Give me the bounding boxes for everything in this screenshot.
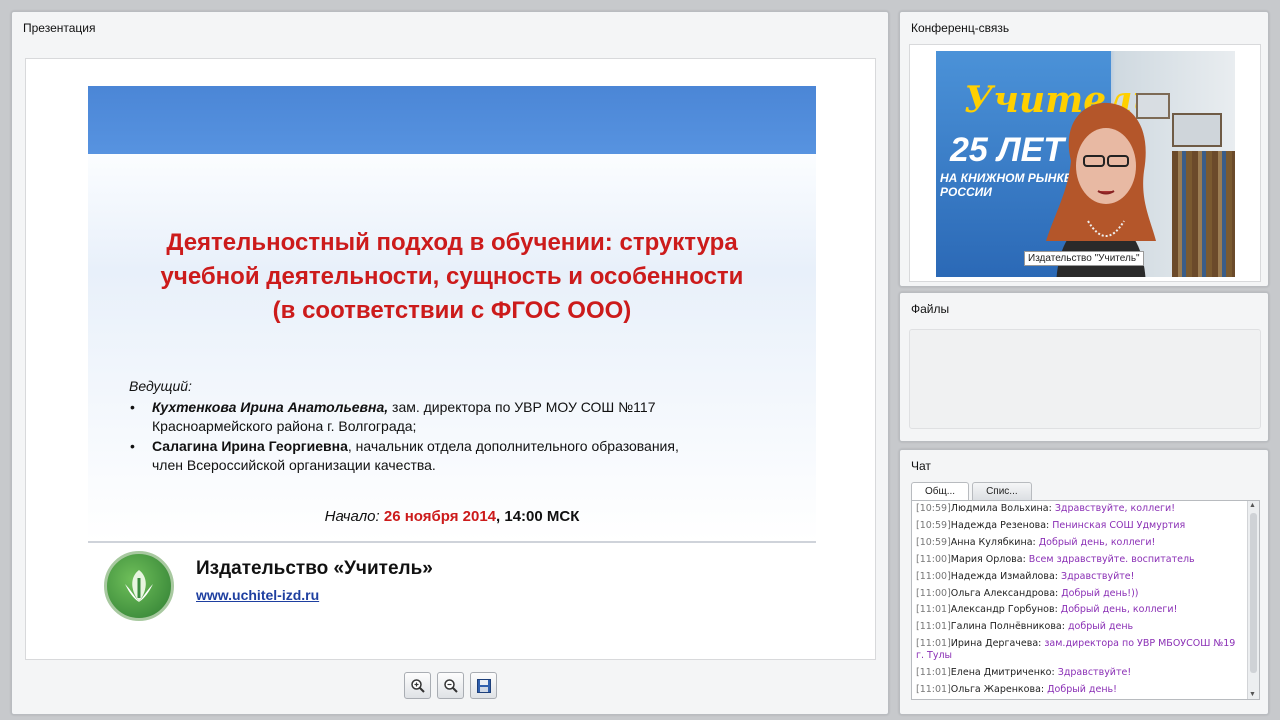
chat-message-author: Надежда Резенова: (950, 519, 1050, 531)
presenter-list: Кухтенкова Ирина Анатольевна, зам. дирек… (128, 398, 788, 476)
chat-message-time: [11:00] (916, 553, 951, 565)
chat-message: [11:01]Ирина Дергачева: зам.директора по… (916, 638, 1246, 662)
presenter-item: Кухтенкова Ирина Анатольевна, зам. дирек… (128, 398, 788, 436)
files-panel: Файлы (899, 292, 1269, 442)
chat-tabs: Общ... Спис... (911, 482, 1032, 500)
chat-message-author: Ольга Жаренкова: (950, 684, 1045, 696)
chat-message-text: Добрый день! (1044, 684, 1117, 696)
leader-label: Ведущий: (129, 378, 192, 394)
presentation-panel: Презентация Деятельностный подход в обуч… (11, 11, 889, 715)
chat-message: [11:00]Мария Орлова: Всем здравствуйте. … (916, 552, 1246, 569)
files-panel-title: Файлы (911, 302, 950, 316)
zoom-out-icon (443, 678, 458, 693)
chat-message: [10:59]Надежда Резенова: Пенинская СОШ У… (916, 518, 1246, 535)
chat-message-time: [10:59] (916, 519, 951, 531)
chat-message-text: Добрый день, коллеги! (1035, 536, 1156, 548)
chat-message-time: [11:00] (916, 587, 951, 599)
chat-message-author: Ольга Александрова: (950, 587, 1059, 599)
chat-panel-title: Чат (911, 459, 931, 473)
video-feed[interactable]: Учитель 25 ЛЕТ НА КНИЖНОМ РЫНКЕ РОССИИ И… (936, 51, 1235, 277)
chat-message-author: Мария Орлова: (950, 553, 1026, 565)
publisher-logo (104, 551, 174, 621)
chat-message: [11:01]Александр Горбунов: Добрый день, … (916, 602, 1246, 619)
chat-message: [11:01]Елена Дмитриченко: Здравствуйте! (916, 665, 1246, 682)
chat-message-author: Анна Кулябкина: (950, 536, 1036, 548)
conference-panel-title: Конференц-связь (911, 21, 1010, 35)
zoom-in-button[interactable] (404, 672, 431, 699)
chat-message-author: Ирина Дергачева: (950, 638, 1042, 650)
start-time-line: Начало: 26 ноября 2014, 14:00 МСК (324, 508, 580, 525)
presenter-figure (1046, 102, 1156, 277)
chat-message-text: Здравствуйте! (1054, 667, 1132, 679)
chat-message: [10:59]Людмила Вольхина: Здравствуйте, к… (916, 501, 1246, 518)
chat-message-text: Добрый день, коллеги! (1057, 604, 1178, 616)
slide-title: Деятельностный подход в обучении: структ… (160, 229, 744, 324)
video-caption: Издательство "Учитель" (1024, 251, 1144, 266)
slide-background (88, 154, 816, 542)
chat-message-time: [11:01] (916, 604, 951, 616)
tab-participants[interactable]: Спис... (972, 482, 1032, 500)
chat-message: [11:01]Галина Полнёвникова: добрый день (916, 619, 1246, 636)
chat-message: [11:00]Ольга Александрова: Добрый день!)… (916, 586, 1246, 603)
chat-message-text: добрый день (1064, 621, 1134, 633)
chat-message-time: [11:00] (916, 570, 951, 582)
zoom-in-icon (410, 678, 425, 693)
publisher-website-link[interactable]: www.uchitel-izd.ru (196, 587, 319, 603)
chat-message-author: Людмила Вольхина: (950, 503, 1052, 514)
chat-message-author: Елена Дмитриченко: (950, 667, 1055, 679)
chat-message-author: Надежда Измайлова: (950, 570, 1058, 582)
slide-divider (88, 541, 816, 543)
presenter-item: Салагина Ирина Георгиевна, начальник отд… (128, 437, 788, 475)
chat-messages: [10:59]Людмила Вольхина: Здравствуйте, к… (916, 501, 1246, 699)
chat-message-text: Здравствуйте, коллеги! (1051, 503, 1176, 514)
chat-message-time: [10:59] (916, 503, 951, 514)
conference-panel: Конференц-связь Учитель 25 ЛЕТ НА КНИЖНО… (899, 11, 1269, 287)
slide-header-band (88, 86, 816, 154)
chat-message-time: [11:01] (916, 667, 951, 679)
presenter-name: Салагина Ирина Георгиевна (152, 438, 348, 454)
chat-panel: Чат Общ... Спис... [10:59]Людмила Вольхи… (899, 449, 1269, 715)
save-button[interactable] (470, 672, 497, 699)
chat-message-text: Здравствуйте! (1057, 570, 1135, 582)
floppy-disk-icon (476, 678, 491, 693)
publisher-name: Издательство «Учитель» (196, 558, 433, 579)
files-list[interactable] (909, 329, 1261, 429)
slide-viewer[interactable]: Деятельностный подход в обучении: структ… (25, 58, 876, 660)
presenter-name: Кухтенкова Ирина Анатольевна, (152, 399, 389, 415)
chat-message-author: Галина Полнёвникова: (950, 621, 1065, 633)
chat-message-time: [11:01] (916, 638, 951, 650)
video-frame: Учитель 25 ЛЕТ НА КНИЖНОМ РЫНКЕ РОССИИ И… (909, 44, 1261, 282)
slide: Деятельностный подход в обучении: структ… (88, 86, 816, 641)
zoom-out-button[interactable] (437, 672, 464, 699)
scroll-thumb[interactable] (1250, 513, 1257, 673)
slide-toolbar (404, 672, 497, 699)
chat-message-text: Пенинская СОШ Удмуртия (1049, 519, 1186, 531)
chat-scrollbar[interactable]: ▲ ▼ (1247, 501, 1259, 699)
scroll-up-icon[interactable]: ▲ (1249, 502, 1256, 509)
chat-log[interactable]: [10:59]Людмила Вольхина: Здравствуйте, к… (911, 500, 1260, 700)
presentation-panel-title: Презентация (23, 21, 96, 35)
chat-message: [10:59]Анна Кулябкина: Добрый день, колл… (916, 535, 1246, 552)
start-date: 26 ноября 2014 (383, 508, 497, 525)
chat-message-text: Добрый день!)) (1058, 587, 1139, 599)
chat-message-author: Александр Горбунов: (950, 604, 1058, 616)
chat-message-text: Всем здравствуйте. воспитатель (1025, 553, 1195, 565)
scroll-down-icon[interactable]: ▼ (1249, 691, 1256, 698)
chat-message-time: [11:01] (916, 621, 951, 633)
chat-message: [11:01]Ольга Жаренкова: Добрый день! (916, 682, 1246, 699)
chat-message-time: [10:59] (916, 536, 951, 548)
tab-general[interactable]: Общ... (911, 482, 970, 500)
chat-message: [11:00]Надежда Измайлова: Здравствуйте! (916, 569, 1246, 586)
chat-message-time: [11:01] (916, 684, 951, 696)
